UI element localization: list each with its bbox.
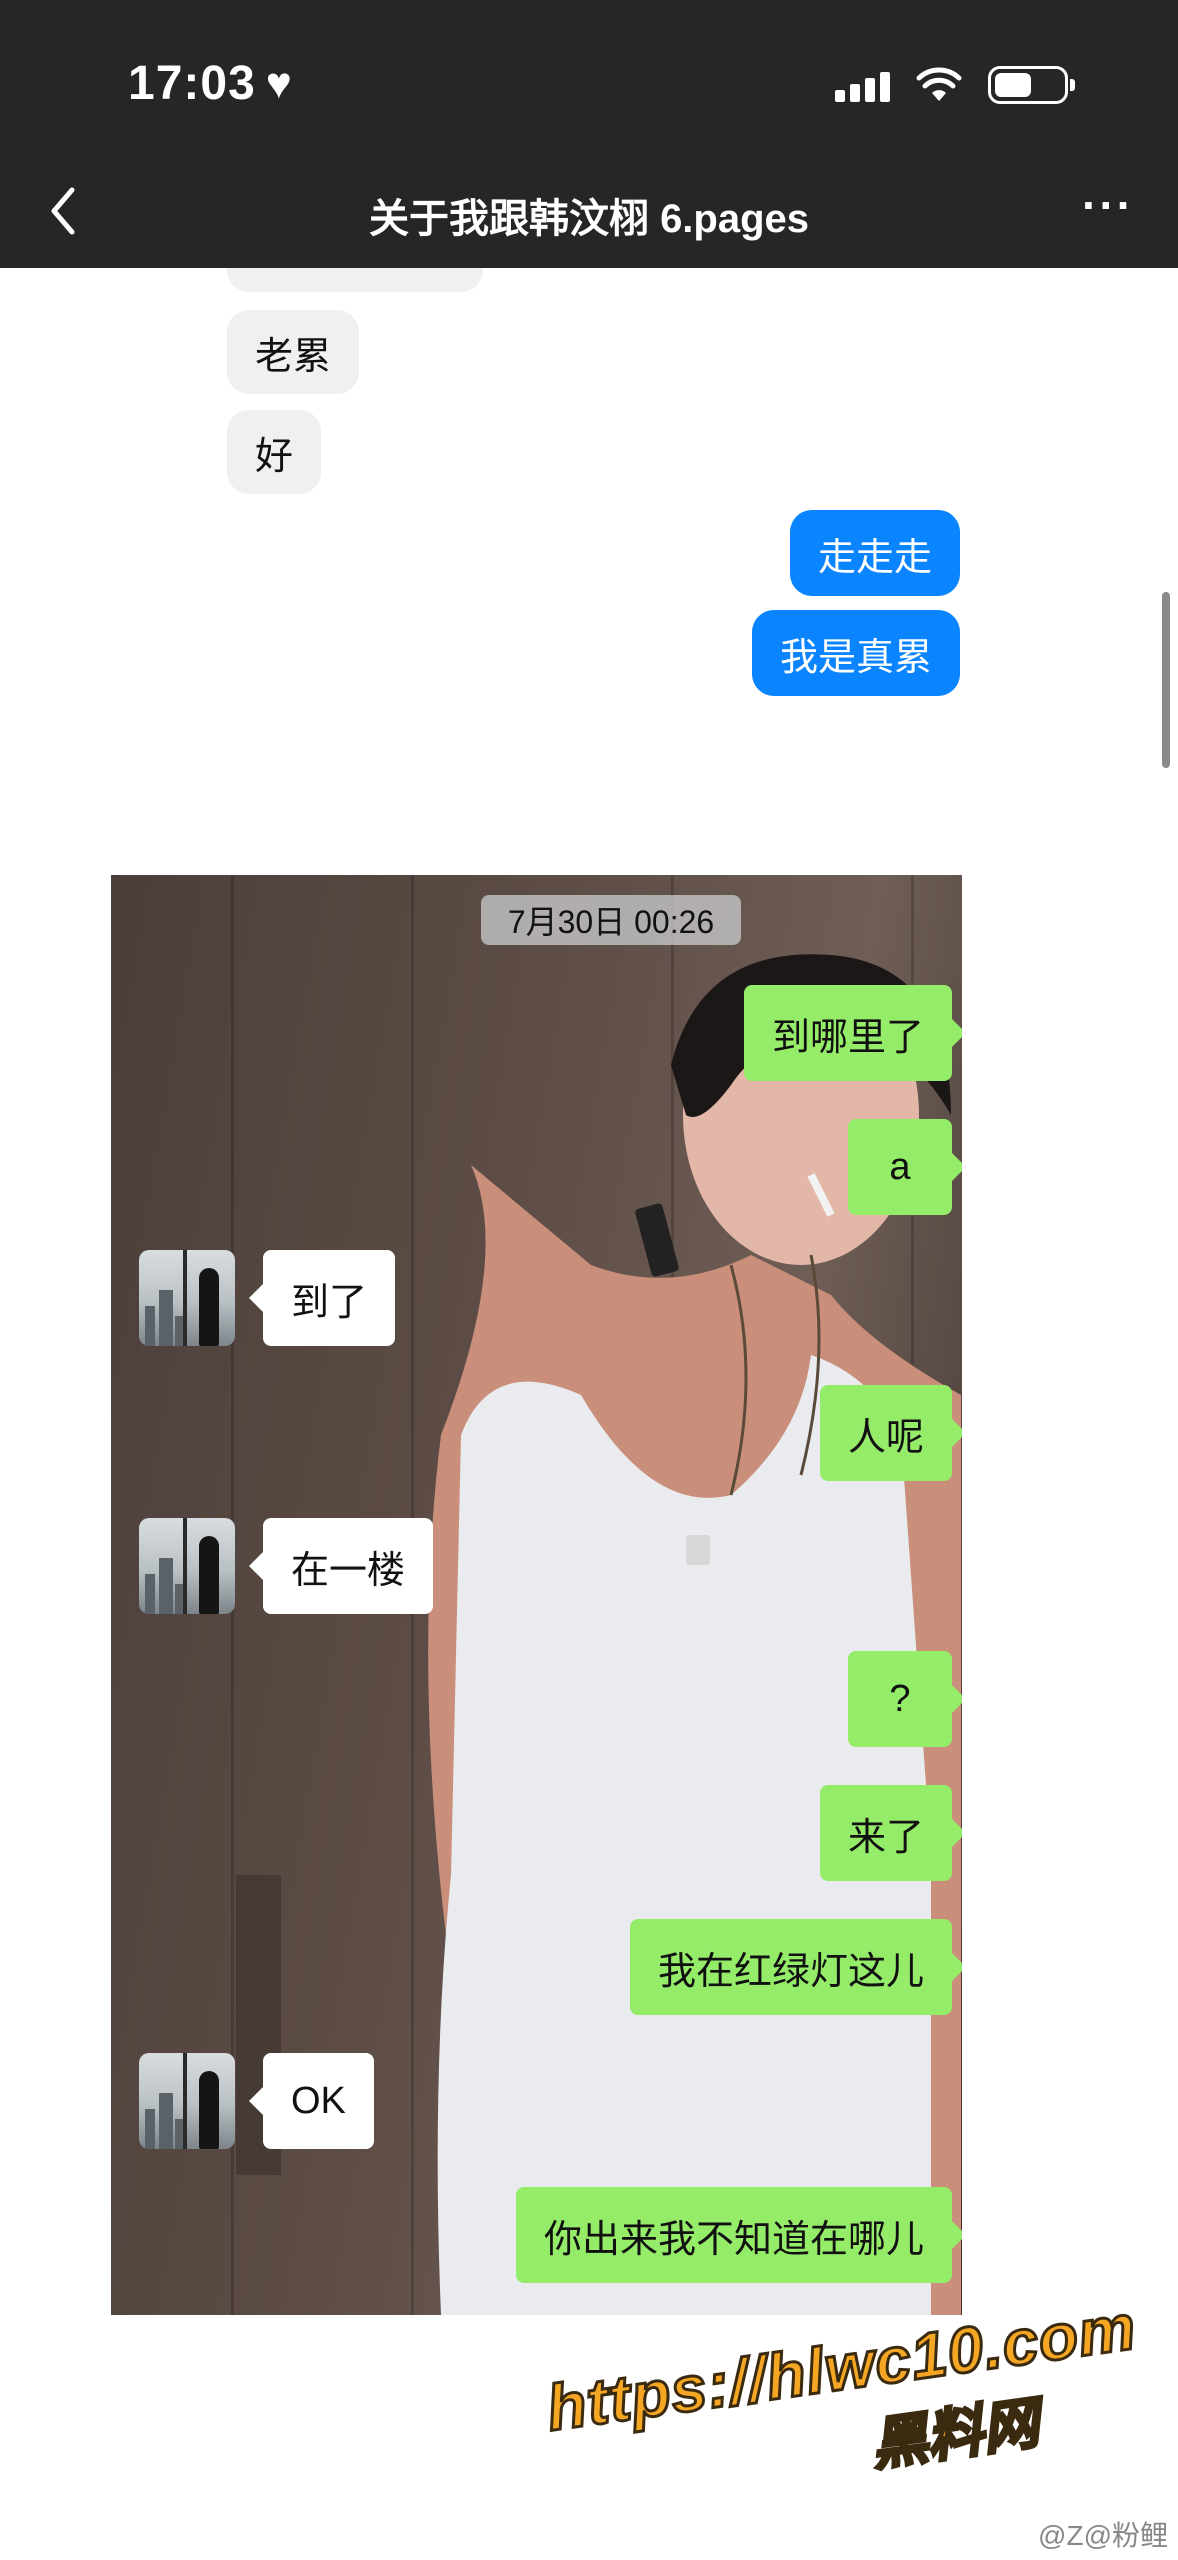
chat-message-sent: a	[848, 1119, 962, 1215]
document-title: 关于我跟韩汶栩 6.pages	[368, 197, 810, 241]
chat-message-received: 在一楼	[248, 1518, 434, 1614]
chat-timestamp: 7月30日 00:26	[481, 895, 741, 945]
embedded-chat-screenshot: 7月30日 00:26 到哪里了 a 到了 人呢 在一楼 ? 来了 我在红绿灯这…	[111, 875, 962, 2315]
contact-avatar	[139, 1250, 235, 1346]
nav-bar: 关于我跟韩汶栩 6.pages ···	[0, 160, 1178, 268]
received-bubble: 好	[227, 410, 322, 494]
received-bubble: 老累	[227, 310, 360, 394]
sent-bubble: 我是真累	[751, 610, 960, 696]
chat-message-received: OK	[249, 2053, 374, 2149]
chat-message-sent: 人呢	[819, 1385, 962, 1481]
sent-bubble: 走走走	[789, 510, 960, 596]
scrollbar[interactable]	[1162, 592, 1170, 768]
chat-message-sent: 到哪里了	[743, 985, 962, 1081]
more-dots-icon[interactable]: ···	[1082, 178, 1134, 232]
chat-message-sent: 来了	[819, 1785, 962, 1881]
weibo-handle: @Z@粉鲤	[1038, 2520, 1168, 2551]
document-viewer[interactable]: 老累 好 走走走 我是真累 7月30日 00:26 到哪里了 a 到了 人呢 在…	[0, 268, 1178, 2560]
heart-icon: ♥	[265, 58, 293, 108]
chat-message-sent: 你出来我不知道在哪儿	[515, 2187, 962, 2283]
battery-icon	[988, 66, 1075, 104]
contact-avatar	[139, 1518, 235, 1614]
chat-message-sent: 我在红绿灯这儿	[629, 1919, 962, 2015]
wifi-icon	[916, 67, 962, 101]
status-time: 17:03 ♥	[128, 57, 293, 110]
chat-message-received: 到了	[248, 1250, 396, 1346]
partial-bubble	[227, 268, 483, 292]
cellular-signal-icon	[835, 68, 890, 102]
person-photo	[236, 954, 962, 2315]
chat-message-sent: ?	[848, 1651, 962, 1747]
contact-avatar	[139, 2053, 235, 2149]
status-bar: 17:03 ♥	[0, 0, 1178, 160]
